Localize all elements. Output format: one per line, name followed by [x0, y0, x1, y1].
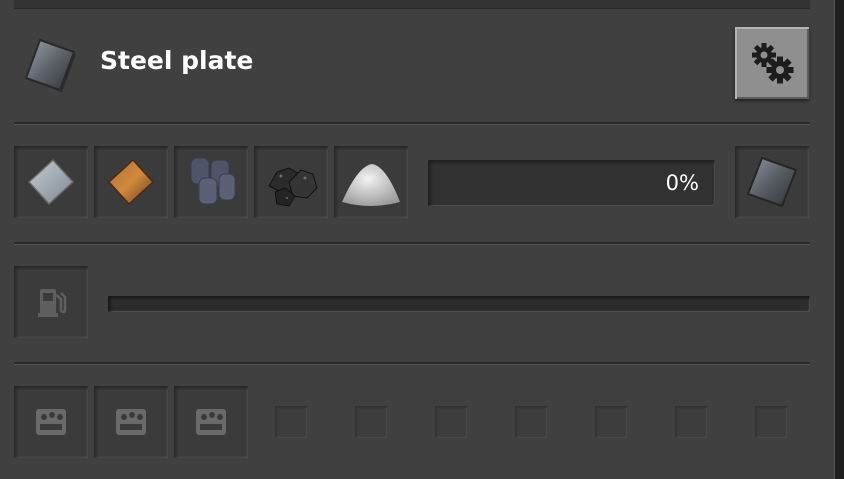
- recipe-icon: [22, 36, 78, 94]
- gears-icon: [752, 43, 794, 84]
- fuel-slot[interactable]: [14, 266, 88, 338]
- module-slot-filled[interactable]: [94, 386, 168, 458]
- top-strip: [14, 0, 810, 9]
- window-frame-edge: [834, 0, 844, 479]
- tin-ingots-icon: [190, 157, 236, 205]
- ingredient-slot-copper-plate[interactable]: [94, 146, 168, 218]
- module-slot-empty[interactable]: [435, 406, 467, 438]
- module-slot-empty[interactable]: [595, 406, 627, 438]
- ingredient-slot-tin-ingots[interactable]: [174, 146, 248, 218]
- recipe-settings-button[interactable]: [735, 27, 809, 99]
- module-slot-empty[interactable]: [355, 406, 387, 438]
- crafting-progress-text: 0%: [665, 171, 699, 195]
- module-slot-empty[interactable]: [515, 406, 547, 438]
- iron-plate-icon: [27, 158, 75, 206]
- module-icon: [196, 409, 226, 435]
- module-icon: [36, 409, 66, 435]
- module-slot-empty[interactable]: [675, 406, 707, 438]
- module-icon: [116, 409, 146, 435]
- fuel-level-bar: [108, 296, 810, 312]
- result-slot[interactable]: [735, 146, 809, 218]
- module-slot-empty[interactable]: [275, 406, 307, 438]
- ingredient-slot-iron-plate[interactable]: [14, 146, 88, 218]
- recipe-title: Steel plate: [100, 46, 254, 75]
- module-slot-filled[interactable]: [174, 386, 248, 458]
- ingredient-slot-coal[interactable]: [254, 146, 328, 218]
- steel-plate-icon: [746, 156, 798, 208]
- stone-dust-icon: [342, 164, 400, 206]
- copper-plate-icon: [107, 158, 155, 206]
- module-slot-empty[interactable]: [755, 406, 787, 438]
- machine-panel: Steel plate 0%: [0, 0, 834, 479]
- divider: [14, 242, 810, 245]
- fuel-pump-icon: [38, 289, 67, 317]
- module-slot-filled[interactable]: [14, 386, 88, 458]
- crafting-progress-bar: 0%: [428, 160, 715, 206]
- divider: [14, 362, 810, 365]
- divider: [14, 122, 810, 125]
- coal-icon: [268, 167, 318, 207]
- ingredient-slot-stone-dust[interactable]: [334, 146, 408, 218]
